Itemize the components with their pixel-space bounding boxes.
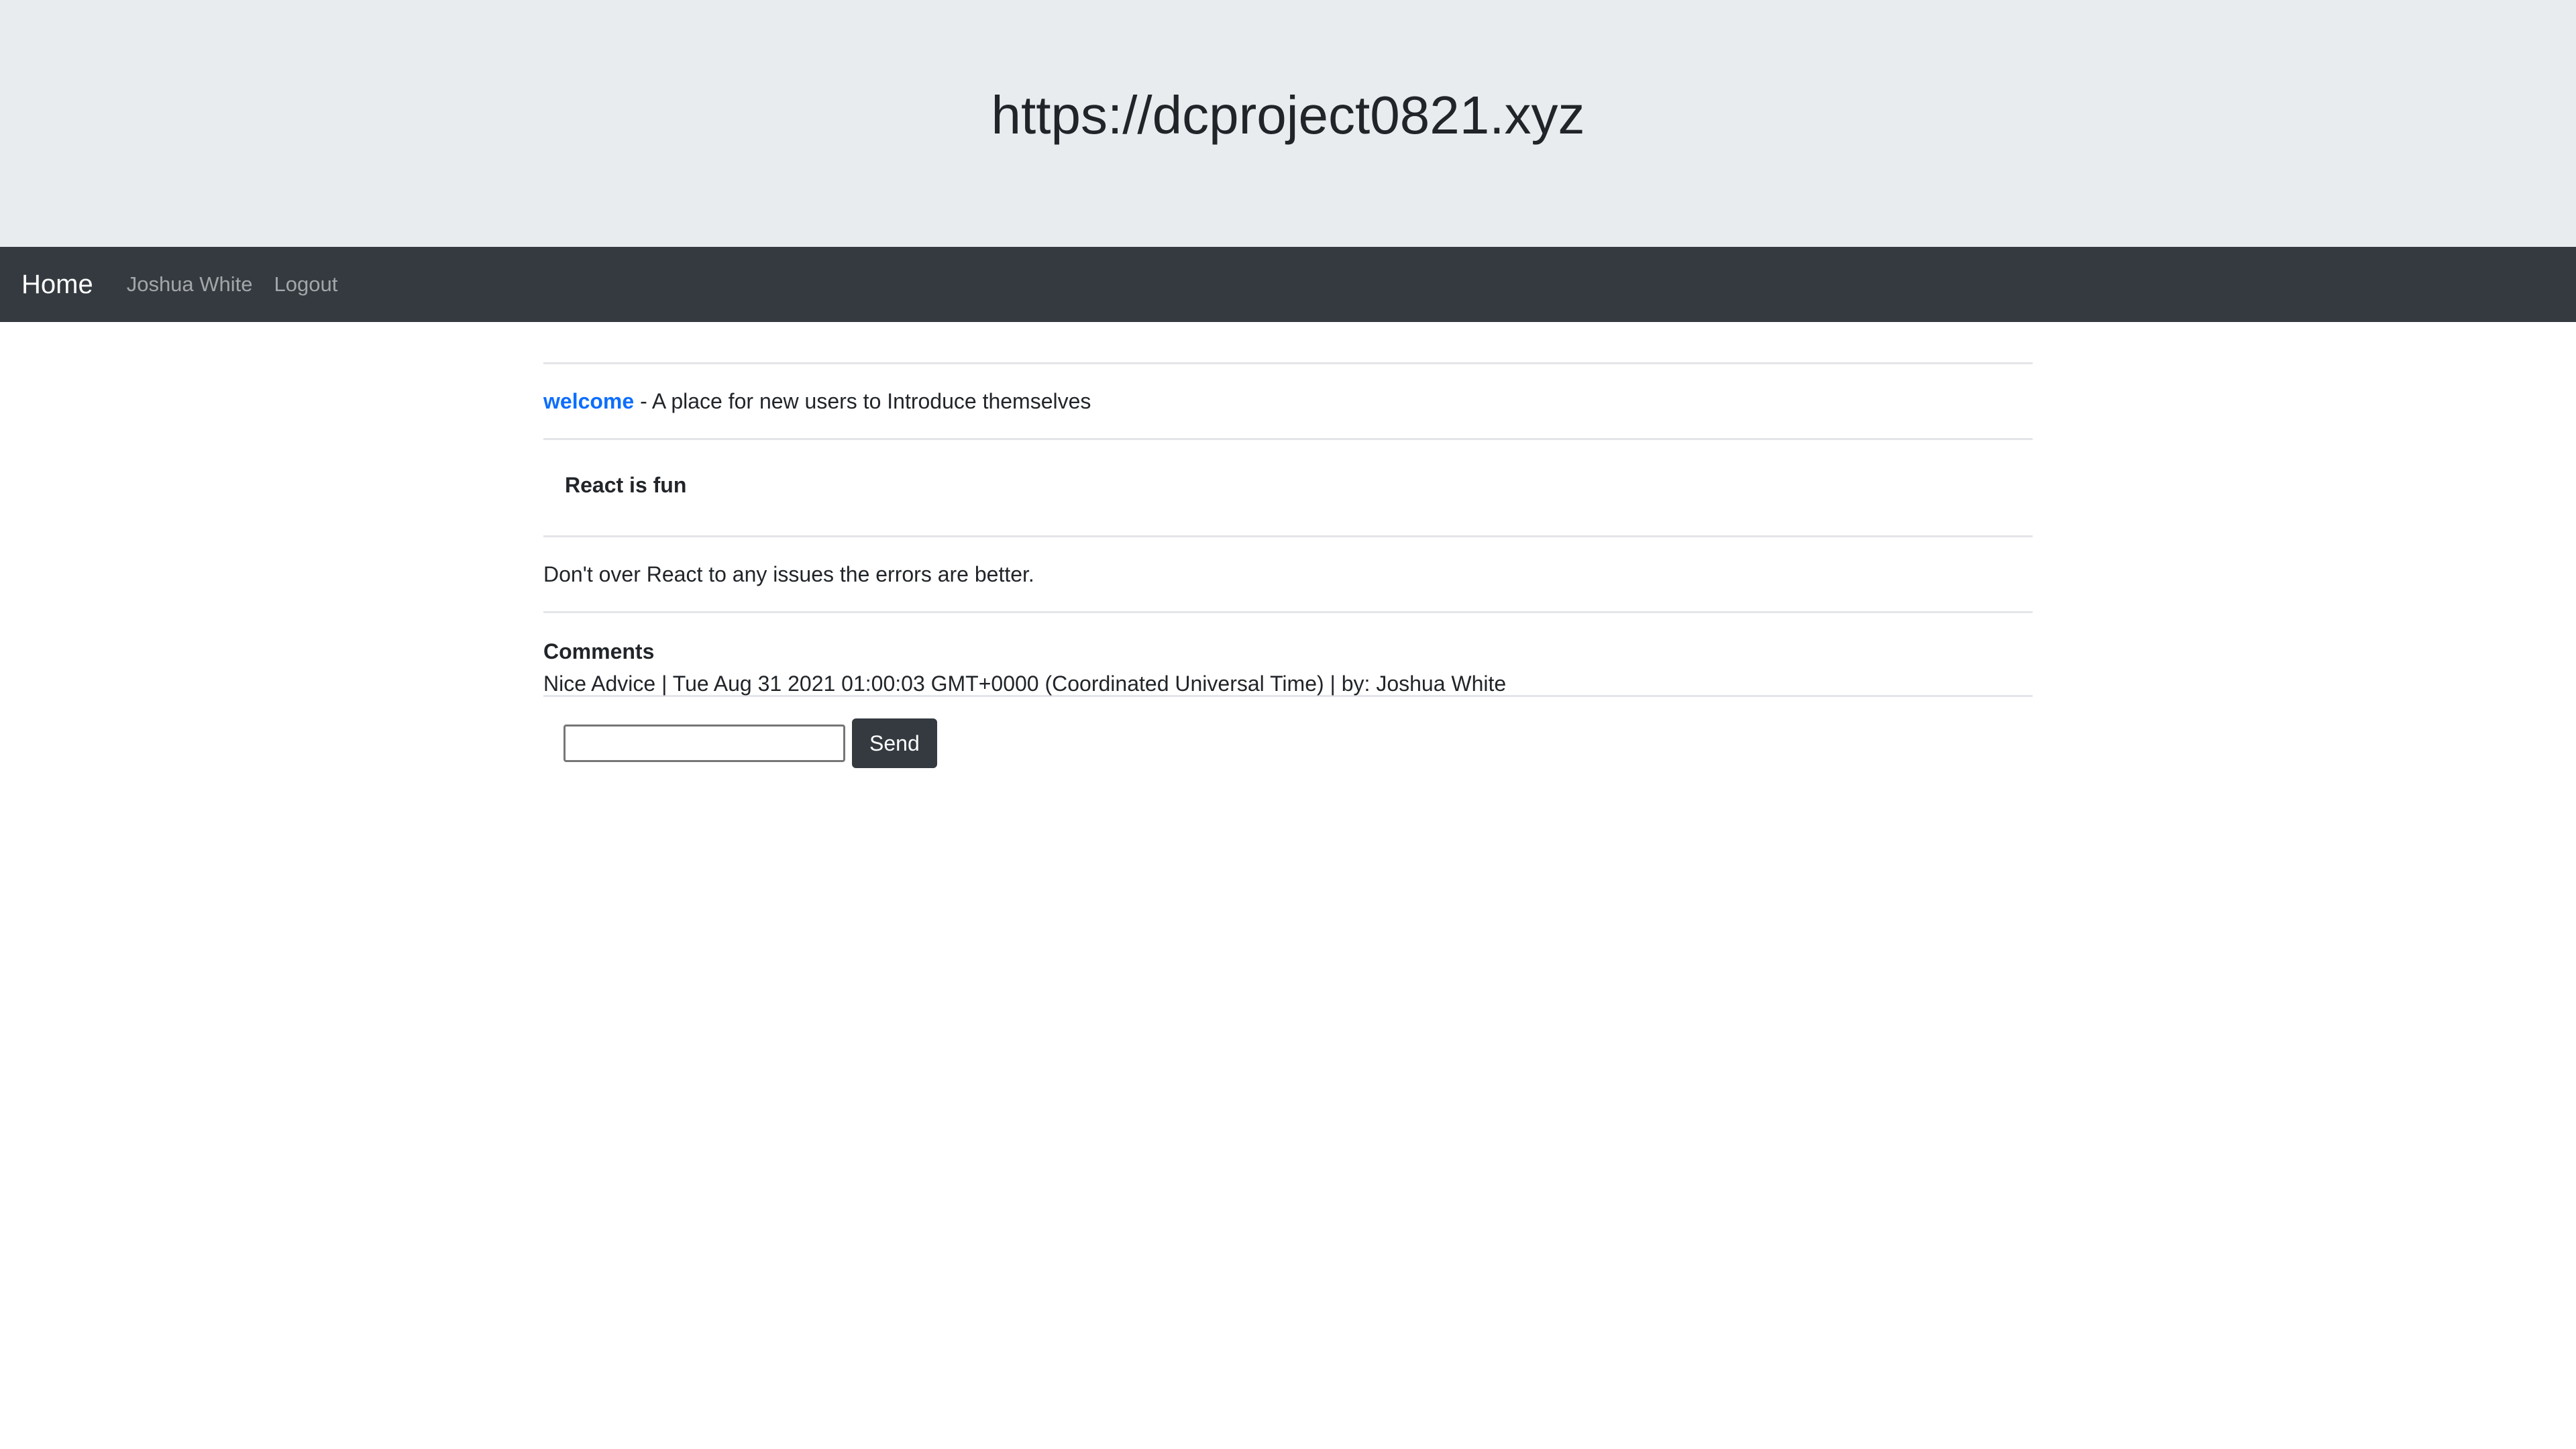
top-navbar: Home Joshua White Logout bbox=[0, 247, 2576, 322]
forum-description: - A place for new users to Introduce the… bbox=[634, 388, 1091, 413]
nav-home-link[interactable]: Home bbox=[21, 270, 93, 300]
comment-form: Send bbox=[543, 697, 2033, 768]
comments-heading: Comments bbox=[543, 639, 655, 663]
main-content: welcome - A place for new users to Intro… bbox=[543, 362, 2033, 768]
send-button[interactable]: Send bbox=[852, 718, 937, 768]
forum-info: welcome - A place for new users to Intro… bbox=[543, 364, 2033, 438]
site-title: https://dcproject0821.xyz bbox=[991, 85, 1585, 145]
site-header: https://dcproject0821.xyz bbox=[0, 0, 2576, 247]
nav-user-link[interactable]: Joshua White bbox=[127, 272, 253, 297]
post-title-row: React is fun bbox=[543, 440, 2033, 535]
forum-link[interactable]: welcome bbox=[543, 389, 634, 414]
nav-logout-link[interactable]: Logout bbox=[274, 272, 338, 297]
comments-section: Comments Nice Advice | Tue Aug 31 2021 0… bbox=[543, 613, 2033, 696]
comment-input[interactable] bbox=[564, 724, 845, 762]
post-body-row: Don't over React to any issues the error… bbox=[543, 537, 2033, 611]
post-body: Don't over React to any issues the error… bbox=[543, 561, 1034, 586]
comment-item: Nice Advice | Tue Aug 31 2021 01:00:03 G… bbox=[543, 672, 1507, 696]
post-title: React is fun bbox=[565, 472, 687, 497]
